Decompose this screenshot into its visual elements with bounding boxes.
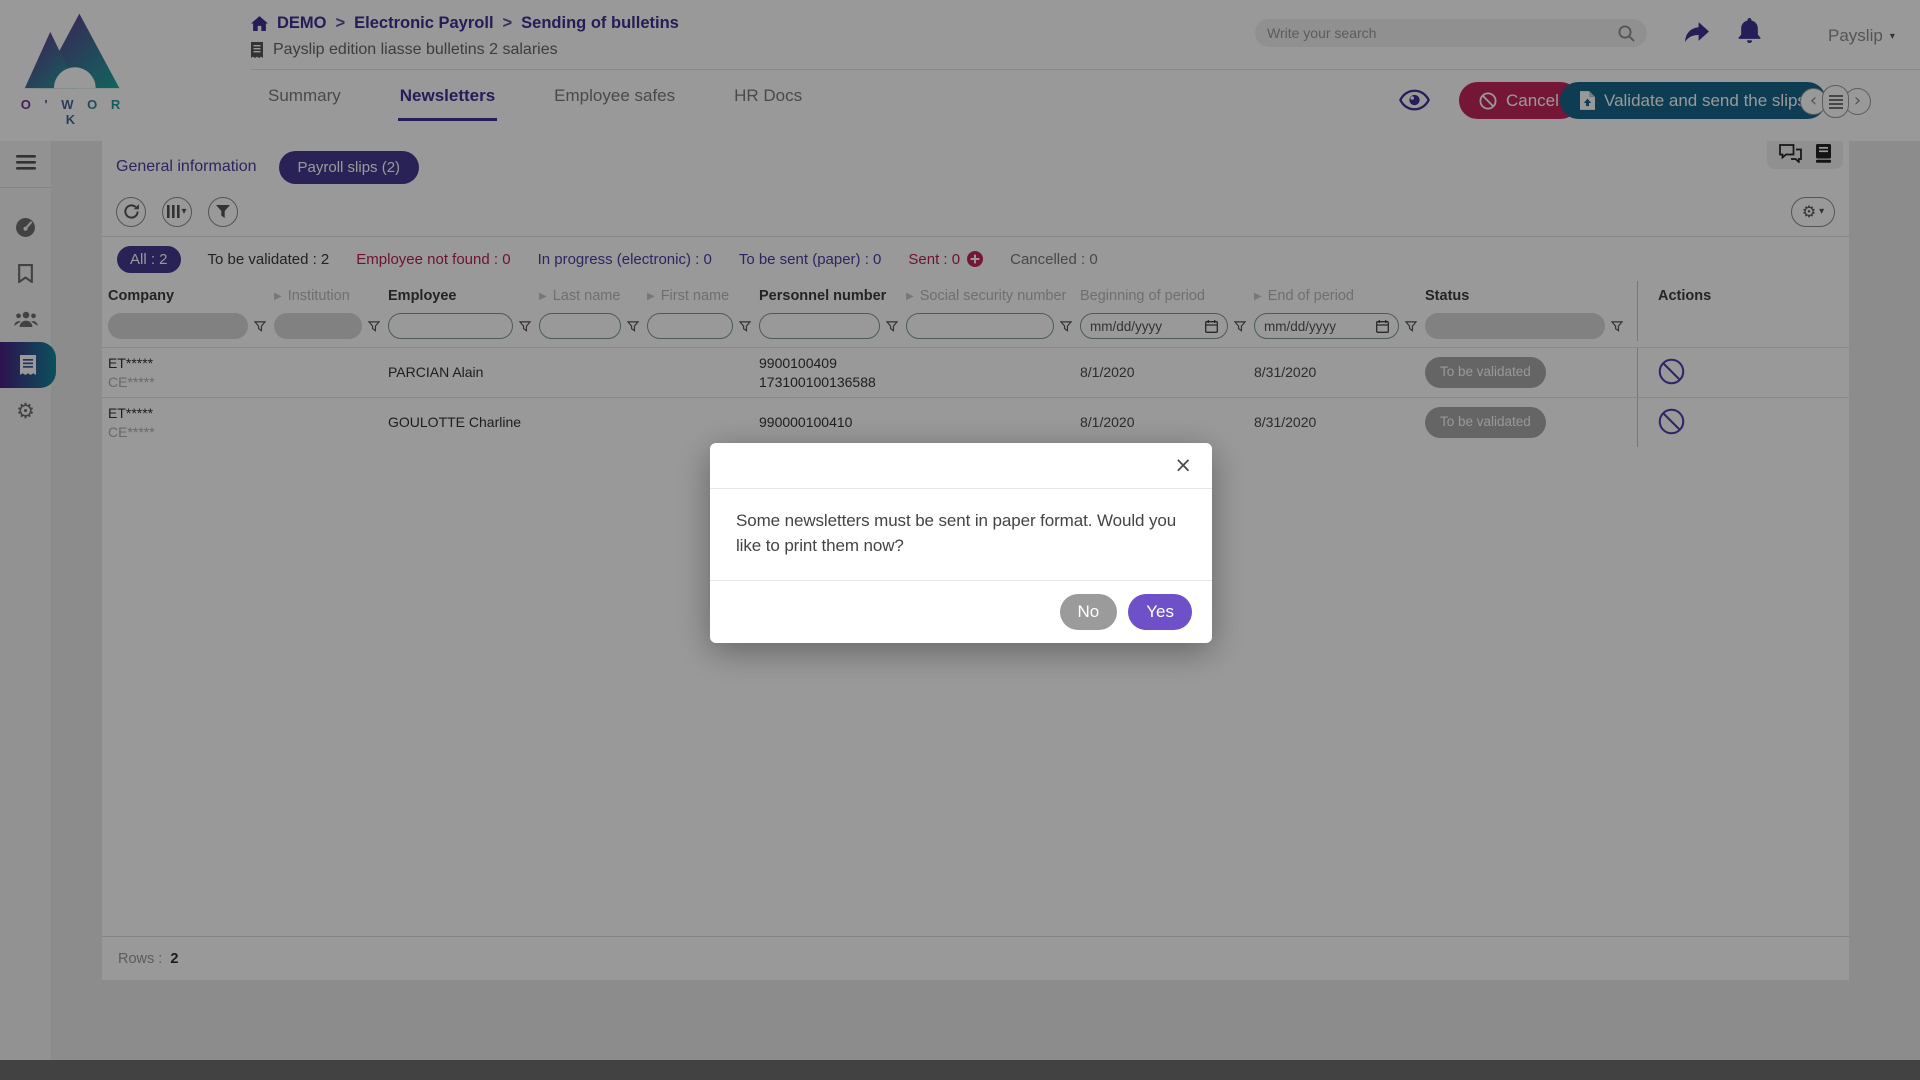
yes-button[interactable]: Yes (1128, 594, 1192, 630)
print-confirmation-dialog: × Some newsletters must be sent in paper… (710, 443, 1212, 643)
close-icon[interactable]: × (1174, 453, 1192, 477)
dialog-header: × (710, 443, 1212, 489)
dialog-message: Some newsletters must be sent in paper f… (710, 489, 1212, 580)
dialog-footer: No Yes (710, 580, 1212, 643)
no-button[interactable]: No (1060, 594, 1118, 630)
